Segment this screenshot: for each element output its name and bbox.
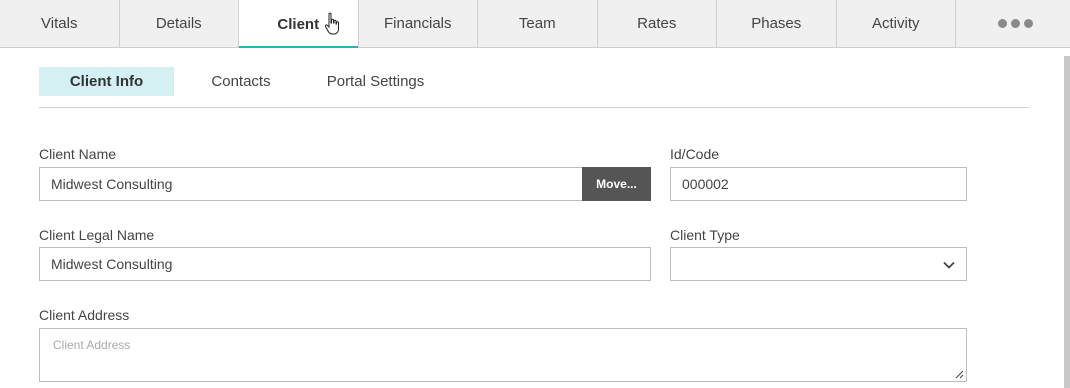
tab-rates[interactable]: Rates: [598, 0, 717, 47]
client-legal-name-input[interactable]: Midwest Consulting: [39, 247, 651, 281]
more-dots-icon: [997, 19, 1033, 28]
tab-details[interactable]: Details: [120, 0, 239, 47]
chevron-down-icon: [943, 261, 955, 269]
subtab-portal-settings[interactable]: Portal Settings: [308, 67, 443, 96]
subtab-contacts[interactable]: Contacts: [174, 67, 308, 96]
main-tab-bar: Vitals Details Client Financials Team Ra…: [0, 0, 1070, 48]
tab-phases[interactable]: Phases: [717, 0, 837, 47]
client-address-label: Client Address: [39, 307, 130, 323]
client-legal-name-label: Client Legal Name: [39, 227, 155, 243]
client-name-label: Client Name: [39, 146, 117, 162]
move-button[interactable]: Move...: [582, 167, 651, 201]
hand-cursor-icon: [324, 12, 339, 35]
subtab-client-info[interactable]: Client Info: [39, 67, 174, 96]
subtab-bar: Client Info Contacts Portal Settings: [39, 67, 1029, 108]
id-code-label: Id/Code: [670, 146, 720, 162]
client-type-label: Client Type: [670, 227, 740, 243]
tab-team[interactable]: Team: [478, 0, 598, 47]
tab-vitals[interactable]: Vitals: [0, 0, 120, 47]
tab-financials[interactable]: Financials: [359, 0, 478, 47]
more-tabs-button[interactable]: [956, 0, 1070, 47]
client-type-select[interactable]: [670, 247, 967, 281]
client-address-placeholder: Client Address: [53, 338, 131, 352]
scrollbar[interactable]: [1064, 56, 1070, 388]
resize-handle-icon[interactable]: [954, 369, 964, 379]
client-address-textarea[interactable]: Client Address: [39, 328, 967, 382]
id-code-input[interactable]: 000002: [670, 167, 967, 201]
client-name-input[interactable]: Midwest Consulting: [39, 167, 583, 201]
tab-activity[interactable]: Activity: [837, 0, 956, 47]
